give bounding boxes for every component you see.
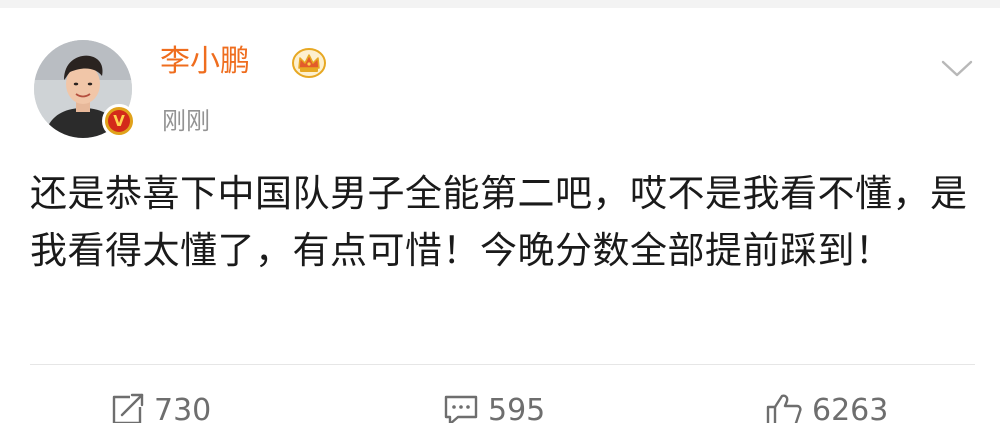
username[interactable]: 李小鹏 bbox=[160, 42, 250, 82]
comment-count: 595 bbox=[488, 392, 546, 423]
crown-icon[interactable] bbox=[292, 48, 326, 78]
comment-icon bbox=[444, 395, 478, 423]
weibo-post: V 李小鹏 刚刚 还是恭喜下中国队男子全能第二吧，哎不是我看不懂，是我看得太懂了… bbox=[0, 0, 1000, 423]
top-separator bbox=[0, 0, 1000, 8]
repost-button[interactable]: 730 bbox=[110, 390, 211, 423]
repost-icon bbox=[112, 393, 144, 423]
verified-badge-label: V bbox=[108, 110, 130, 132]
actions-divider bbox=[30, 364, 975, 365]
avatar[interactable]: V bbox=[34, 40, 136, 138]
post-content: 还是恭喜下中国队男子全能第二吧，哎不是我看不懂，是我看得太懂了，有点可惜！今晚分… bbox=[30, 172, 968, 272]
comment-button[interactable]: 595 bbox=[442, 390, 545, 423]
post-timestamp: 刚刚 bbox=[162, 107, 210, 135]
repost-count: 730 bbox=[154, 392, 212, 423]
chevron-down-icon[interactable] bbox=[940, 58, 974, 80]
like-icon bbox=[766, 394, 802, 423]
like-count: 6263 bbox=[812, 392, 889, 423]
verified-badge-icon: V bbox=[102, 104, 136, 138]
like-button[interactable]: 6263 bbox=[764, 390, 888, 423]
